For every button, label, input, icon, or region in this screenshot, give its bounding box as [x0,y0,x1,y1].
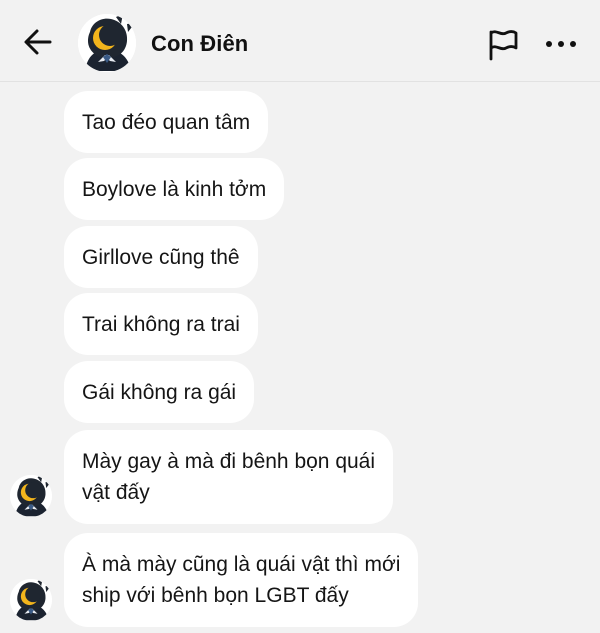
message-text: Trai không ra trai [82,312,240,336]
message-bubble[interactable]: Boylove là kinh tởm [64,158,285,220]
chat-header: Con Điên [0,0,600,82]
message-avatar[interactable] [10,475,52,517]
message-text-line: Mày gay à mà đi bênh bọn quái [82,450,376,473]
message-bubble[interactable]: À mà mày cũng là quái vật thì mới ship v… [64,533,419,627]
message-bubble[interactable]: Mày gay à mà đi bênh bọn quái vật đấy [64,430,394,524]
back-button[interactable] [20,24,60,60]
crescent-moon-creature-avatar [78,14,136,72]
message-avatar[interactable] [10,579,52,621]
crescent-moon-creature-avatar [10,475,52,517]
message-text: Boylove là kinh tởm [82,177,267,201]
arrow-left-icon [24,29,52,55]
flag-icon [489,30,518,61]
message-text: Girllove cũng thê [82,245,240,269]
message-text-line: ship với bênh bọn LGBT đấy [82,584,349,607]
message-bubble[interactable]: Gái không ra gái [64,361,255,423]
message-text-line: À mà mày cũng là quái vật thì mới [82,553,401,576]
contact-name[interactable]: Con Điên [151,31,248,57]
message-bubble[interactable]: Girllove cũng thê [64,226,258,288]
message-bubble[interactable]: Tao đéo quan tâm [64,91,269,153]
crescent-moon-creature-avatar [10,579,52,621]
message-text: Tao đéo quan tâm [82,110,251,134]
report-button[interactable] [486,28,520,62]
more-horizontal-icon [546,41,576,47]
more-options-button[interactable] [544,34,578,54]
message-text: Gái không ra gái [82,380,237,404]
contact-avatar[interactable] [78,14,136,72]
message-bubble[interactable]: Trai không ra trai [64,293,258,355]
message-text-line: vật đấy [82,481,150,504]
